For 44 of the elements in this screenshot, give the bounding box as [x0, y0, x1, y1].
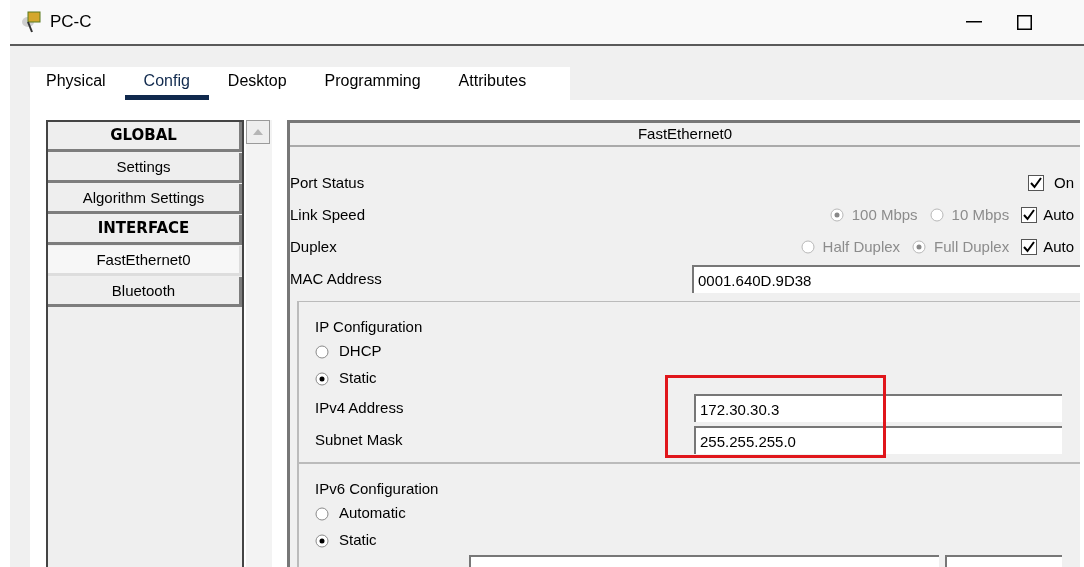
sidebar-item[interactable]: Bluetooth	[48, 277, 242, 307]
radio-label: Static	[339, 530, 377, 551]
scrollbar[interactable]	[246, 120, 272, 567]
minimize-icon	[966, 21, 982, 23]
text-field[interactable]: 172.30.30.3	[694, 394, 1062, 422]
field-label: IPv4 Address	[315, 397, 405, 418]
sidebar-item[interactable]: INTERFACE	[48, 215, 242, 245]
sidebar-item[interactable]: GLOBAL	[48, 122, 242, 152]
radio-label: DHCP	[339, 341, 382, 362]
radio-label: Static	[339, 368, 377, 389]
checkbox-label: Auto	[1043, 204, 1074, 225]
section-title: IPv6 Configuration	[315, 479, 440, 499]
radio-button[interactable]	[315, 371, 329, 386]
tab[interactable]: Physical	[46, 67, 125, 100]
radio-label: Automatic	[339, 503, 406, 524]
up-arrow-icon	[253, 129, 263, 135]
radio-label: 100 Mbps	[851, 204, 918, 225]
field-label: Duplex	[290, 236, 338, 257]
radio-button[interactable]	[315, 506, 329, 521]
checkbox-label: On	[1054, 172, 1074, 193]
radio-label: Full Duplex	[934, 236, 1010, 257]
scroll-up-button[interactable]	[246, 120, 270, 144]
sidebar-item[interactable]: Algorithm Settings	[48, 184, 242, 214]
field-label: Port Status	[290, 172, 365, 193]
checkbox[interactable]	[1028, 175, 1044, 191]
radio-button[interactable]	[315, 344, 329, 359]
mac-address-field[interactable]: 0001.640D.9D38	[692, 265, 1080, 293]
tab[interactable]: Attributes	[439, 67, 546, 100]
window-title: PC-C	[50, 11, 92, 34]
tab[interactable]: Programming	[305, 67, 440, 100]
radio-button[interactable]	[315, 533, 329, 548]
section-title: IP Configuration	[315, 317, 424, 337]
checkbox-label: Auto	[1043, 236, 1074, 257]
sidebar-item[interactable]: FastEthernet0	[48, 246, 242, 276]
sidebar-item[interactable]: Settings	[48, 153, 242, 183]
maximize-icon	[1016, 14, 1032, 30]
field-label: Subnet Mask	[315, 429, 404, 450]
field-label: Link Speed	[290, 204, 367, 225]
text-field[interactable]: 255.255.255.0	[694, 426, 1062, 454]
field-label: MAC Address	[290, 268, 383, 289]
radio-label: Half Duplex	[822, 236, 901, 257]
tab[interactable]: Desktop	[208, 67, 306, 100]
panel-title: FastEthernet0	[637, 123, 733, 144]
radio-label: 10 Mbps	[951, 204, 1010, 225]
